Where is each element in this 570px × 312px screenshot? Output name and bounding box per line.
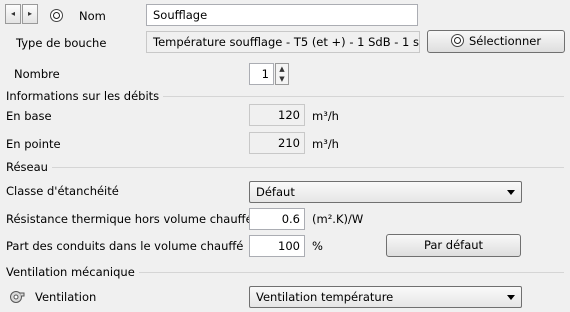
debits-section-header: Informations sur les débits (6, 89, 564, 103)
default-button[interactable]: Par défaut (386, 234, 521, 257)
pointe-unit: m³/h (312, 137, 339, 151)
chevron-down-icon (507, 190, 515, 195)
debits-title: Informations sur les débits (6, 89, 164, 103)
chevron-up-icon[interactable]: ▲ (276, 64, 288, 74)
reseau-title: Réseau (6, 160, 52, 174)
next-button[interactable]: ▸ (22, 4, 38, 24)
ventilation-label: Ventilation (35, 290, 97, 304)
nombre-field[interactable]: 1 (249, 63, 274, 85)
part-field[interactable]: 100 (249, 235, 305, 257)
radio-icon[interactable] (50, 9, 63, 22)
chevron-down-icon (507, 295, 515, 300)
base-label: En base (6, 109, 52, 123)
resistance-label: Résistance thermique hors volume chauffé (6, 212, 253, 226)
ventilation-value: Ventilation température (256, 290, 394, 304)
part-unit: % (312, 239, 323, 253)
name-field[interactable]: Soufflage (146, 4, 418, 26)
select-button[interactable]: Sélectionner (427, 30, 565, 53)
etancheite-select[interactable]: Défaut (249, 181, 522, 203)
name-label: Nom (79, 9, 106, 23)
previous-button[interactable]: ◂ (5, 4, 21, 24)
etancheite-value: Défaut (256, 185, 295, 199)
resistance-unit: (m².K)/W (312, 212, 364, 226)
chevron-down-icon[interactable]: ▼ (276, 74, 288, 84)
arrow-right-icon: ▸ (27, 9, 32, 18)
ventilation-title: Ventilation mécanique (6, 265, 139, 279)
arrow-left-icon: ◂ (10, 9, 15, 18)
ventilation-select[interactable]: Ventilation température (249, 286, 522, 308)
fan-icon (10, 291, 25, 303)
base-unit: m³/h (312, 109, 339, 123)
ventilation-section-header: Ventilation mécanique (6, 265, 564, 279)
bouche-field: Température soufflage - T5 (et +) - 1 Sd… (146, 31, 420, 53)
select-icon (450, 34, 464, 47)
part-label: Part des conduits dans le volume chauffé (6, 239, 244, 253)
bouche-label: Type de bouche (16, 36, 107, 50)
nombre-label: Nombre (14, 67, 60, 81)
etancheite-label: Classe d'étanchéité (6, 184, 119, 198)
reseau-section-header: Réseau (6, 160, 564, 174)
select-button-label: Sélectionner (468, 34, 542, 48)
nombre-stepper[interactable]: ▲ ▼ (275, 63, 289, 85)
base-value: 120 (249, 104, 305, 126)
pointe-label: En pointe (6, 137, 61, 151)
resistance-field[interactable]: 0.6 (249, 208, 305, 230)
pointe-value: 210 (249, 132, 305, 154)
